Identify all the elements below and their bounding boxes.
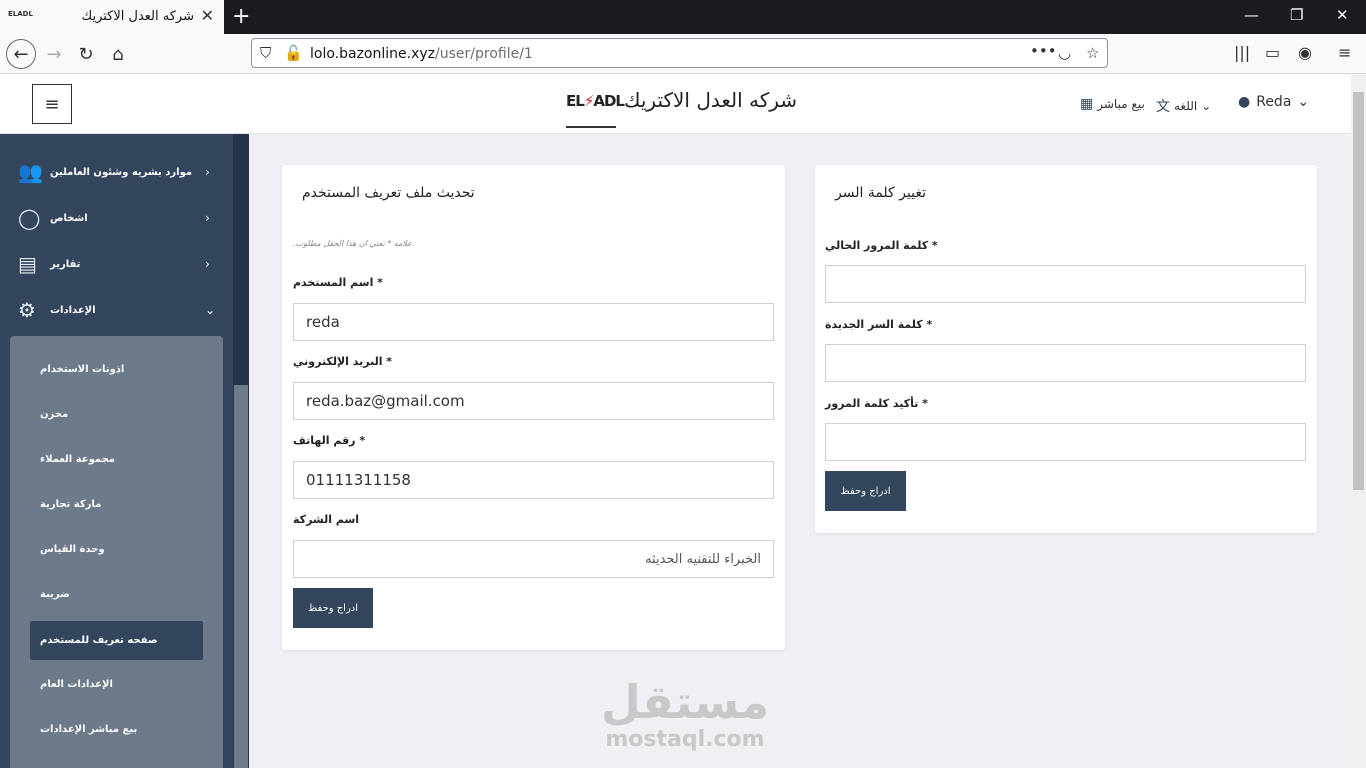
- new-password-input[interactable]: [825, 344, 1306, 382]
- username-input[interactable]: [293, 303, 774, 341]
- sidebar-toggle-icon[interactable]: ▭: [1265, 43, 1280, 62]
- company-input[interactable]: [293, 540, 774, 578]
- home-icon[interactable]: ⌂: [104, 40, 132, 68]
- chevron-right-icon: ›: [205, 165, 210, 179]
- user-icon: ◯: [18, 206, 41, 230]
- chevron-down-icon: ⌄: [205, 303, 216, 317]
- profile-form-title: تحديث ملف تعريف المستخدم: [302, 185, 475, 201]
- restore-icon[interactable]: ❐: [1290, 6, 1303, 24]
- chevron-down-icon: ⌄: [1297, 94, 1310, 110]
- submenu-item-brand[interactable]: ماركة تجارية: [30, 485, 203, 524]
- phone-label: * رقم الهاتف: [293, 434, 366, 447]
- users-icon: 👥: [18, 160, 43, 184]
- library-icon[interactable]: |||: [1234, 43, 1250, 62]
- address-bar[interactable]: ⛉ 🔓 lolo.bazonline.xyz/user/profile/1 ••…: [251, 38, 1108, 68]
- bolt-icon: ⚡: [583, 92, 595, 110]
- submenu-item-customer-groups[interactable]: مجموعة العملاء: [30, 440, 203, 479]
- grid-icon: ▦: [1080, 96, 1094, 112]
- email-label: * البريد الإلكتروني: [293, 355, 393, 368]
- browser-tab-bar: ELADL شركه العدل الاكتريك ✕ + — ❐ ✕: [0, 0, 1366, 34]
- confirm-password-label: * تأكيد كلمة المرور: [825, 397, 928, 410]
- current-password-label: * كلمة المرور الحالي: [825, 239, 938, 252]
- app-header: ≡ EL⚡ADL شركه العدل الاكتريك ▦ بيع مباشر…: [0, 74, 1351, 134]
- settings-submenu: اذونات الاستخدام مخزن مجموعة العملاء مار…: [10, 336, 223, 768]
- hamburger-menu-button[interactable]: ≡: [32, 84, 72, 124]
- tab-title: شركه العدل الاكتريك: [81, 9, 195, 24]
- submenu-item-tax[interactable]: ضريبة: [30, 575, 203, 614]
- sidebar-item-people[interactable]: ◯ اشخاص ›: [0, 196, 233, 240]
- page-scroll-thumb[interactable]: [1353, 92, 1364, 490]
- sidebar-item-hr[interactable]: 👥 موارد بشريه وشئون العاملين ›: [0, 150, 233, 194]
- favicon-icon: ELADL: [8, 10, 33, 18]
- company-label: اسم الشركة: [293, 513, 360, 526]
- bookmark-star-icon[interactable]: ☆: [1086, 44, 1099, 62]
- close-tab-icon[interactable]: ✕: [201, 8, 214, 24]
- submenu-item-warehouse[interactable]: مخزن: [30, 395, 203, 434]
- chevron-down-icon: ⌄: [1201, 99, 1212, 113]
- language-dropdown[interactable]: 文 اللغه ⌄: [1156, 96, 1211, 116]
- shield-icon[interactable]: ⛉: [260, 44, 271, 62]
- phone-input[interactable]: [293, 461, 774, 499]
- mostaql-watermark: مستقل mostaql.com: [600, 675, 770, 752]
- profile-save-button[interactable]: ادراج وحفظ: [293, 588, 373, 628]
- browser-tab[interactable]: ELADL شركه العدل الاكتريك ✕: [0, 0, 224, 34]
- chevron-right-icon: ›: [205, 257, 210, 271]
- report-icon: ▤: [18, 252, 37, 276]
- submenu-item-general-settings[interactable]: الإعدادات العام: [30, 665, 203, 704]
- pocket-icon[interactable]: ◡: [1058, 44, 1071, 62]
- submenu-item-user-profile[interactable]: صفحه تعريف للمستخدم: [30, 621, 203, 660]
- reload-icon[interactable]: ↻: [72, 40, 100, 68]
- company-name: شركه العدل الاكتريك: [624, 88, 798, 112]
- url-text: lolo.bazonline.xyz/user/profile/1: [310, 46, 533, 62]
- profile-form-card: تحديث ملف تعريف المستخدم علامه * تعني ان…: [282, 165, 785, 650]
- chevron-right-icon: ›: [205, 211, 210, 225]
- current-password-input[interactable]: [825, 265, 1306, 303]
- forward-icon[interactable]: →: [40, 40, 68, 68]
- close-window-icon[interactable]: ✕: [1336, 6, 1349, 24]
- submenu-item-permissions[interactable]: اذونات الاستخدام: [30, 350, 203, 389]
- new-password-label: * كلمة السر الجديدة: [825, 318, 933, 331]
- submenu-item-pos-settings[interactable]: بيع مباشر الإعدادات: [30, 710, 203, 749]
- user-dropdown[interactable]: ● Reda ⌄: [1238, 94, 1309, 110]
- sidebar-scroll-thumb[interactable]: [234, 385, 248, 768]
- more-actions-icon[interactable]: •••: [1030, 42, 1057, 60]
- username-label: * اسم المستخدم: [293, 276, 383, 289]
- submenu-item-unit[interactable]: وحدة القياس: [30, 530, 203, 569]
- new-tab-icon[interactable]: +: [232, 4, 250, 29]
- sidebar-item-settings[interactable]: ⚙ الإعدادات ⌄: [0, 288, 233, 332]
- account-icon[interactable]: ◉: [1298, 43, 1312, 62]
- minimize-icon[interactable]: —: [1244, 6, 1259, 24]
- password-form-card: تغيير كلمة السر * كلمة المرور الحالي * ك…: [815, 165, 1317, 533]
- translate-icon: 文: [1156, 99, 1170, 115]
- direct-sale-link[interactable]: ▦ بيع مباشر: [1080, 96, 1145, 112]
- required-note: علامه * تعني ان هذا الحقل مطلوب.: [293, 239, 412, 248]
- email-input[interactable]: [293, 382, 774, 420]
- confirm-password-input[interactable]: [825, 423, 1306, 461]
- gear-icon: ⚙: [18, 298, 36, 322]
- browser-nav-bar: ← → ↻ ⌂ ⛉ 🔓 lolo.bazonline.xyz/user/prof…: [0, 34, 1366, 74]
- insecure-lock-icon[interactable]: 🔓: [284, 44, 303, 62]
- user-icon: ●: [1238, 94, 1251, 110]
- sidebar-item-reports[interactable]: ▤ تقارير ›: [0, 242, 233, 286]
- browser-menu-icon[interactable]: ≡: [1338, 43, 1351, 62]
- company-logo: EL⚡ADL: [566, 80, 625, 128]
- password-save-button[interactable]: ادراج وحفظ: [825, 471, 906, 511]
- password-form-title: تغيير كلمة السر: [835, 185, 926, 201]
- back-icon[interactable]: ←: [6, 39, 36, 69]
